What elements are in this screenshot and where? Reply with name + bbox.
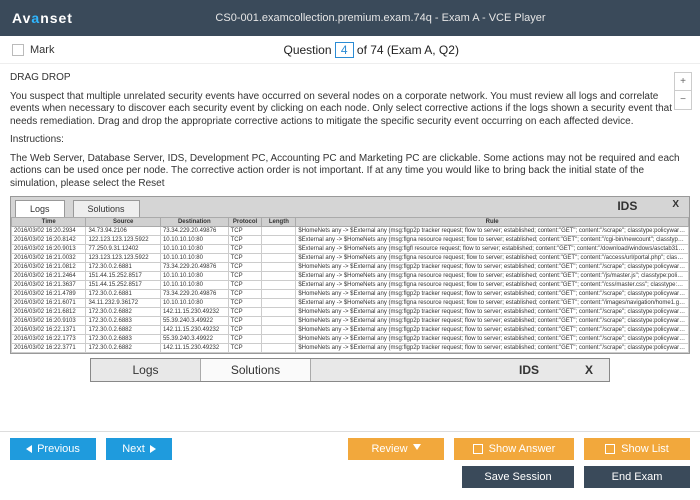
tab-solutions-small[interactable]: Solutions <box>73 200 140 217</box>
table-row: 2016/03/02 16:20.293434.73.94.210673.34.… <box>12 227 689 236</box>
question-ribbon: Mark Question 4 of 74 (Exam A, Q2) <box>0 36 700 64</box>
instructions-heading: Instructions: <box>10 134 690 147</box>
table-row: 2016/03/02 16:21.0032123.123.123.123.592… <box>12 254 689 263</box>
end-exam-button[interactable]: End Exam <box>584 466 690 488</box>
show-answer-button[interactable]: Show Answer <box>454 438 574 460</box>
tab-logs-small[interactable]: Logs <box>15 200 65 217</box>
question-number: 4 <box>335 42 354 58</box>
content-area: + − DRAG DROP You suspect that multiple … <box>0 64 700 431</box>
table-row: 2016/03/02 16:20.901377.250.9.31.1240210… <box>12 245 689 254</box>
drag-drop-heading: DRAG DROP <box>10 72 690 85</box>
logo: Avanset <box>12 10 73 26</box>
chevron-right-icon <box>150 445 156 453</box>
log-panel: Logs Solutions IDS X TimeSourceDestinati… <box>10 196 690 354</box>
log-table: TimeSourceDestinationProtocolLengthRule … <box>11 217 689 353</box>
table-row: 2016/03/02 16:21.2464151.44.15.252.85171… <box>12 272 689 281</box>
footer-bar: Previous Next Review Show Answer Show Li… <box>0 431 700 500</box>
col-header: Source <box>86 218 160 227</box>
zoom-controls: + − <box>674 72 692 110</box>
table-row: 2016/03/02 16:21.6812172.30.0.2.6882142.… <box>12 308 689 317</box>
table-row: 2016/03/02 16:20.9103172.30.0.2.688355.3… <box>12 317 689 326</box>
chevron-down-icon <box>413 444 421 454</box>
show-list-checkbox[interactable] <box>605 444 615 454</box>
window-title: CS0-001.examcollection.premium.exam.74q … <box>73 12 688 24</box>
table-row: 2016/03/02 16:21.3637151.44.15.252.85171… <box>12 281 689 290</box>
big-tabs: Logs Solutions IDS X <box>90 358 610 382</box>
col-header: Protocol <box>228 218 262 227</box>
tab-logs-big[interactable]: Logs <box>91 359 201 381</box>
mark-label: Mark <box>30 44 54 56</box>
zoom-in-button[interactable]: + <box>675 73 691 91</box>
title-bar: Avanset CS0-001.examcollection.premium.e… <box>0 0 700 36</box>
instructions-text: The Web Server, Database Server, IDS, De… <box>10 153 690 191</box>
close-big-button[interactable]: X <box>569 359 609 381</box>
tab-solutions-big[interactable]: Solutions <box>201 359 311 381</box>
save-session-button[interactable]: Save Session <box>462 466 574 488</box>
ids-label: IDS <box>592 197 662 217</box>
close-panel-button[interactable]: X <box>662 197 689 217</box>
table-row: 2016/03/02 16:21.4789172.30.0.2.688173.3… <box>12 290 689 299</box>
ids-label-big: IDS <box>489 359 569 381</box>
col-header: Rule <box>296 218 689 227</box>
table-row: 2016/03/02 16:22.1773172.30.0.2.688355.3… <box>12 335 689 344</box>
previous-button[interactable]: Previous <box>10 438 96 460</box>
scenario-text: You suspect that multiple unrelated secu… <box>10 91 690 129</box>
next-button[interactable]: Next <box>106 438 172 460</box>
col-header: Length <box>262 218 296 227</box>
review-button[interactable]: Review <box>348 438 444 460</box>
col-header: Time <box>12 218 86 227</box>
table-row: 2016/03/02 16:21.607134.11.232.9.3617210… <box>12 299 689 308</box>
show-answer-checkbox[interactable] <box>473 444 483 454</box>
table-row: 2016/03/02 16:21.0812172.30.0.2.688173.3… <box>12 263 689 272</box>
chevron-left-icon <box>26 445 32 453</box>
col-header: Destination <box>160 218 228 227</box>
table-row: 2016/03/02 16:22.1371172.30.0.2.6882142.… <box>12 326 689 335</box>
mark-checkbox[interactable] <box>12 44 24 56</box>
zoom-out-button[interactable]: − <box>675 91 691 109</box>
panel-tabs: Logs Solutions IDS X <box>11 197 689 217</box>
question-indicator: Question 4 of 74 (Exam A, Q2) <box>54 42 688 58</box>
table-row: 2016/03/02 16:20.8142122.123.123.123.592… <box>12 236 689 245</box>
table-row: 2016/03/02 16:22.3771172.30.0.2.6882142.… <box>12 344 689 353</box>
show-list-button[interactable]: Show List <box>584 438 690 460</box>
